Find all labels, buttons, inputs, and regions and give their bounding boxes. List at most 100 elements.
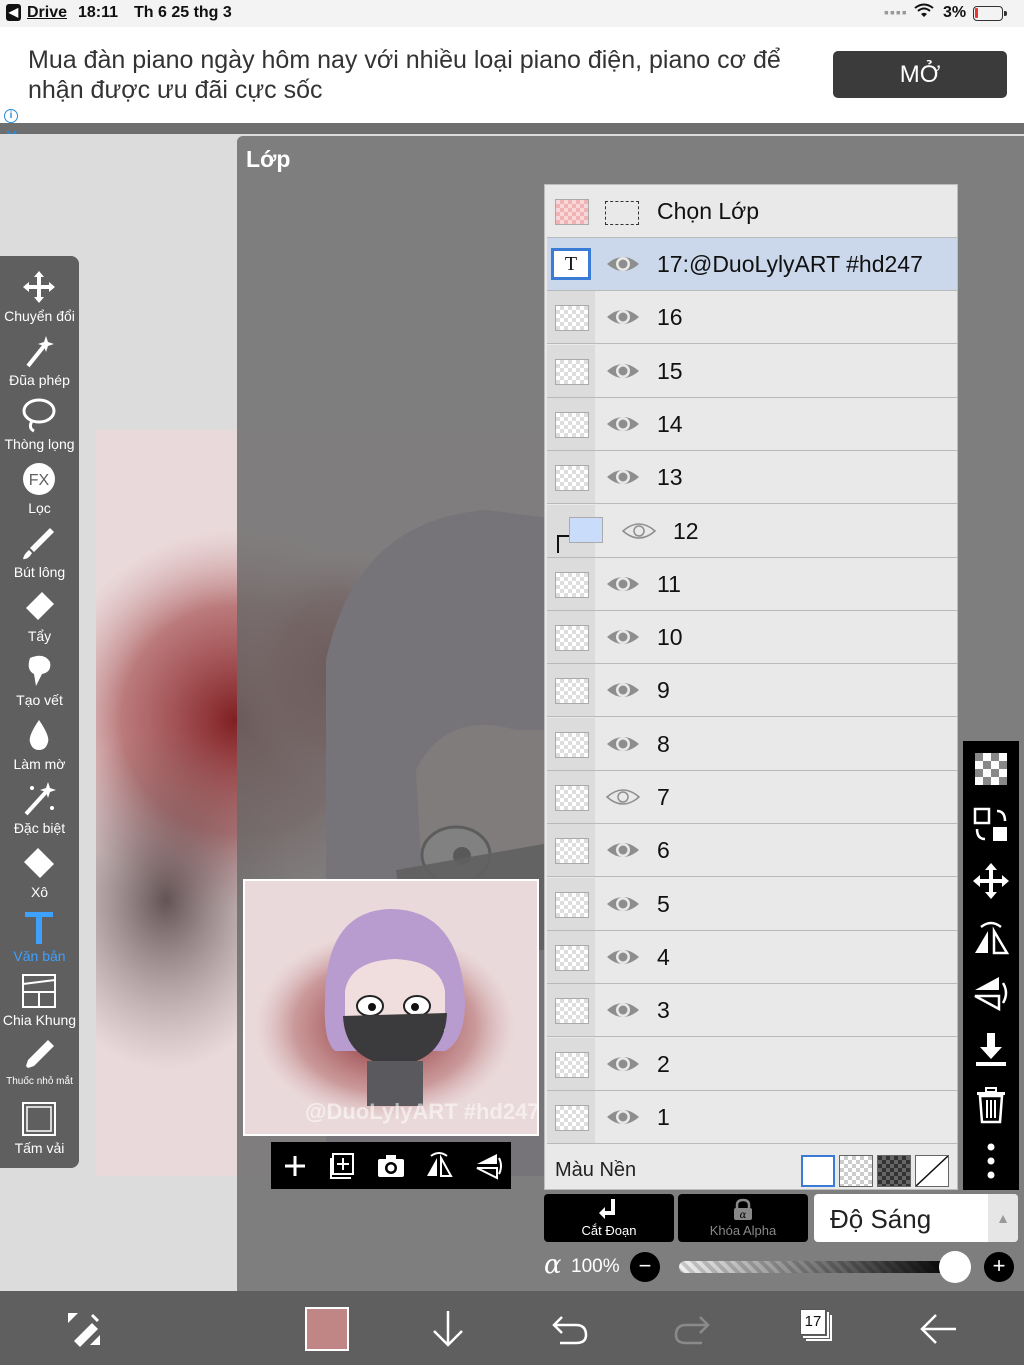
layer-row[interactable]: 13 (547, 451, 957, 505)
eye-icon[interactable] (605, 623, 641, 651)
tool-eraser[interactable]: Tẩy (0, 588, 79, 652)
background-light-checker-option[interactable] (839, 1155, 873, 1187)
layer-thumbnail[interactable] (555, 678, 589, 705)
eye-icon[interactable] (605, 303, 641, 331)
eye-icon[interactable] (605, 570, 641, 598)
layer-thumbnail[interactable] (555, 998, 589, 1025)
add-layer-icon[interactable] (279, 1150, 311, 1182)
select-layer-row[interactable]: Chọn Lớp (547, 185, 957, 238)
tool-magic-wand[interactable]: Đũa phép (0, 332, 79, 396)
tool-smudge[interactable]: Tạo vết (0, 652, 79, 716)
flip-horizontal-icon[interactable] (423, 1150, 455, 1182)
tool-bucket[interactable]: Xô (0, 844, 79, 908)
camera-icon[interactable] (375, 1150, 407, 1182)
layer-row[interactable]: 7 (547, 771, 957, 824)
layer-thumbnail[interactable] (555, 358, 589, 385)
layer-thumbnail[interactable] (555, 731, 589, 758)
eye-icon[interactable] (605, 676, 641, 704)
quick-transform-icon[interactable] (62, 1307, 106, 1351)
layer-thumbnail[interactable] (555, 411, 589, 438)
layer-row[interactable]: 5 (547, 877, 957, 931)
layer-row[interactable]: T 17:@DuoLylyART #hd247 (547, 238, 957, 291)
eye-icon[interactable] (605, 410, 641, 438)
duplicate-layer-icon[interactable] (327, 1150, 359, 1182)
clipping-button[interactable]: Cắt Đoạn (544, 1194, 674, 1242)
flip-layer-vertical-icon[interactable] (971, 973, 1011, 1013)
layer-row[interactable]: 16 (547, 291, 957, 345)
layer-row[interactable]: 6 (547, 824, 957, 878)
back-to-app-link[interactable]: Drive (27, 4, 67, 22)
tool-frame-divider[interactable]: Chia Khung (0, 972, 79, 1036)
layer-row[interactable]: 2 (547, 1037, 957, 1091)
checker-icon[interactable] (971, 749, 1011, 789)
eye-icon[interactable] (605, 357, 641, 385)
tool-transform[interactable]: Chuyển đổi (0, 268, 79, 332)
tool-text[interactable]: Văn bản (0, 908, 79, 972)
ad-banner[interactable]: Mua đàn piano ngày hôm nay với nhiều loạ… (0, 27, 1024, 145)
eye-icon[interactable] (605, 836, 641, 864)
layer-thumbnail[interactable] (555, 465, 589, 492)
alpha-lock-button[interactable]: α Khóa Alpha (678, 1194, 808, 1242)
undo-icon[interactable] (548, 1307, 592, 1351)
down-arrow-icon[interactable] (426, 1307, 470, 1351)
layer-row[interactable]: 12 (547, 504, 957, 558)
eye-icon[interactable] (621, 517, 657, 545)
eye-icon[interactable] (605, 730, 641, 758)
eye-icon[interactable] (605, 890, 641, 918)
flip-vertical-icon[interactable] (471, 1150, 503, 1182)
back-arrow-icon-bottom[interactable] (916, 1307, 960, 1351)
eye-icon[interactable] (605, 996, 641, 1024)
layer-thumbnail[interactable] (555, 785, 589, 811)
background-white-option[interactable] (801, 1155, 835, 1187)
layer-thumbnail[interactable] (555, 944, 589, 971)
tool-filter[interactable]: FX Lọc (0, 460, 79, 524)
tool-blur[interactable]: Làm mờ (0, 716, 79, 780)
layer-thumbnail[interactable] (555, 1051, 589, 1078)
text-layer-icon[interactable]: T (551, 248, 591, 280)
layer-thumbnail[interactable] (555, 571, 589, 598)
flip-layer-horizontal-icon[interactable] (971, 917, 1011, 957)
eye-icon[interactable] (605, 250, 641, 278)
opacity-slider[interactable] (679, 1251, 971, 1283)
layer-row[interactable]: 15 (547, 344, 957, 398)
background-none-option[interactable] (915, 1155, 949, 1187)
eye-icon[interactable] (605, 1103, 641, 1131)
layer-row[interactable]: 1 (547, 1090, 957, 1144)
ad-open-button[interactable]: MỞ (833, 51, 1007, 98)
layer-thumbnail[interactable] (555, 1104, 589, 1131)
ad-info-icon[interactable]: i (4, 109, 18, 123)
layer-thumbnail[interactable] (569, 516, 603, 543)
layer-thumbnail[interactable] (555, 625, 589, 652)
layer-list[interactable]: Chọn Lớp T 17:@DuoLylyART #hd247 16 15 14 13 1… (544, 184, 958, 1190)
eye-icon[interactable] (605, 463, 641, 491)
layer-row[interactable]: 9 (547, 664, 957, 718)
background-dark-checker-option[interactable] (877, 1155, 911, 1187)
back-arrow-icon[interactable]: ◀ (6, 4, 21, 21)
more-options-icon[interactable] (971, 1141, 1011, 1181)
layer-row[interactable]: 14 (547, 397, 957, 451)
layer-thumbnail[interactable] (555, 305, 589, 332)
layer-thumbnail[interactable] (555, 838, 589, 865)
tool-lasso[interactable]: Thòng lọng (0, 396, 79, 460)
layer-row[interactable]: 8 (547, 717, 957, 771)
opacity-increase-button[interactable]: + (984, 1252, 1014, 1282)
blend-mode-select[interactable]: Độ Sáng ▲ (814, 1194, 1018, 1242)
transform-icon[interactable] (971, 861, 1011, 901)
merge-down-icon[interactable] (971, 1029, 1011, 1069)
layers-button[interactable]: 17 (797, 1306, 833, 1342)
tool-eyedropper[interactable]: Thuốc nhỏ mắt (0, 1036, 79, 1100)
color-swatch[interactable] (305, 1307, 349, 1351)
opacity-slider-knob[interactable] (939, 1251, 971, 1283)
redo-icon[interactable] (670, 1307, 714, 1351)
layer-row[interactable]: 4 (547, 930, 957, 984)
layer-thumbnail[interactable] (555, 891, 589, 918)
move-layer-icon[interactable] (971, 805, 1011, 845)
tool-canvas[interactable]: Tấm vải (0, 1100, 79, 1164)
eye-hidden-icon[interactable] (605, 783, 641, 811)
eye-icon[interactable] (605, 1050, 641, 1078)
tool-special[interactable]: Đặc biệt (0, 780, 79, 844)
layer-row[interactable]: 3 (547, 984, 957, 1038)
tool-brush[interactable]: Bút lông (0, 524, 79, 588)
eye-icon[interactable] (605, 943, 641, 971)
layer-row[interactable]: 10 (547, 611, 957, 665)
